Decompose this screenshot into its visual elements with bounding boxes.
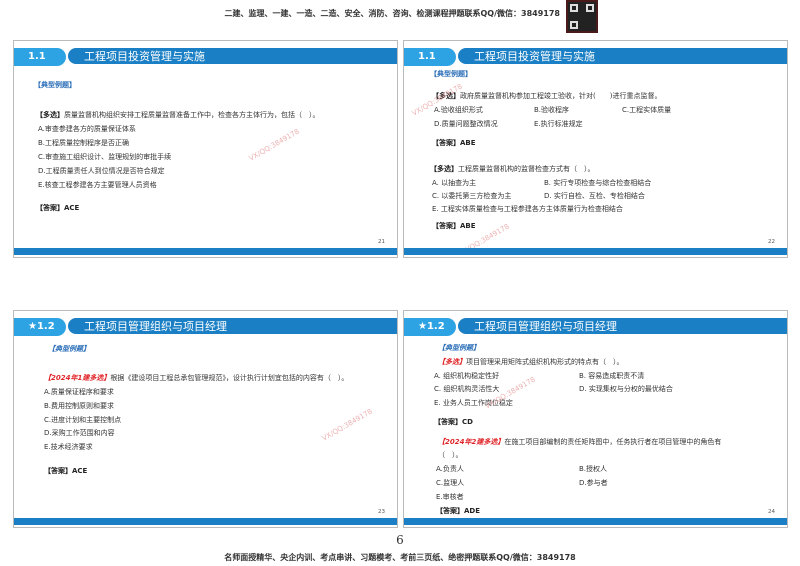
option: C. 以委托第三方检查为主 (432, 192, 512, 200)
option: E. 工程实体质量检查与工程参建各方主体质量行为检查相结合 (432, 205, 623, 213)
option: A.质量保证程序和要求 (44, 388, 114, 396)
section-badge: ★1.2 (14, 318, 66, 336)
slide-22: 1.1 工程项目投资管理与实施 【典型例题】 【多选】政府质量监督机构参加工程竣工… (403, 40, 788, 258)
option: E.核查工程参建各方主要管理人员资格 (38, 181, 157, 189)
qr-code-icon (566, 0, 598, 33)
example-label: 【典型例题】 (48, 345, 90, 353)
option: D.工程质量责任人到位情况是否符合规定 (38, 167, 165, 175)
question-stem: 【多选】质量监督机构组织安排工程质量监督准备工作中，检查各方主体行为，包括（ ）… (36, 111, 320, 119)
watermark: VX/QQ:3849178 (320, 407, 374, 443)
option: B. 实行专项检查与综合检查相结合 (544, 179, 652, 187)
option: D. 实现集权与分权的最优结合 (579, 385, 673, 393)
slide-page-number: 23 (378, 509, 385, 515)
option: B.验收程序 (534, 106, 570, 114)
option: B. 容易造成职责不清 (579, 372, 645, 380)
slide-page-number: 24 (768, 509, 775, 515)
section-badge: 1.1 (404, 48, 456, 66)
option: E.审核者 (436, 493, 464, 501)
example-label: 【典型例题】 (34, 81, 76, 89)
option: B.授权人 (579, 465, 608, 473)
footer-contact-text: 名师面授精华、央企内训、考点串讲、习题模考、考前三页纸、绝密押题联系QQ/微信：… (224, 553, 576, 562)
answer: 【答案】ABE (432, 139, 476, 147)
page-number: 6 (396, 533, 404, 547)
watermark: VX/QQ:3849178 (247, 127, 301, 163)
option: C.监理人 (436, 479, 465, 487)
example-label: 【典型例题】 (438, 344, 480, 352)
slide-title: 工程项目管理组织与项目经理 (474, 320, 617, 333)
option: A. 以抽查为主 (432, 179, 477, 187)
example-label: 【典型例题】 (430, 70, 472, 78)
section-badge: ★1.2 (404, 318, 456, 336)
question-stem: 【多选】政府质量监督机构参加工程竣工验收，针对( )进行重点监督。 (432, 92, 662, 100)
answer: 【答案】ABE (432, 222, 476, 230)
answer: 【答案】ACE (36, 204, 80, 212)
question-stem-cont: （ ）。 (438, 451, 463, 459)
slide-21: 1.1 工程项目投资管理与实施 【典型例题】 【多选】质量监督机构组织安排工程质量… (13, 40, 398, 258)
question-stem: 【多选】工程质量监督机构的监督检查方式有（ ）。 (430, 165, 595, 173)
answer: 【答案】CD (434, 418, 473, 426)
question-stem: 【多选】项目管理采用矩阵式组织机构形式的特点有（ ）。 (438, 358, 624, 366)
option: C.工程实体质量 (622, 106, 672, 114)
option: D. 实行自检、互检、专检相结合 (544, 192, 645, 200)
option: B.工程质量控制程序是否正确 (38, 139, 130, 147)
option: A. 组织机构稳定性好 (434, 372, 500, 380)
question-stem: 【2024年2建多选】在施工项目部编制的责任矩阵图中，任务执行者在项目管理中的角… (438, 438, 722, 446)
answer: 【答案】ACE (44, 467, 88, 475)
option: E.执行标准规定 (534, 120, 583, 128)
option: D.参与者 (579, 479, 608, 487)
option: C.审查施工组织设计、监理规划的审批手续 (38, 153, 172, 161)
option: D.质量问题整改情况 (434, 120, 498, 128)
option: E.技术经济要求 (44, 443, 93, 451)
option: A.负责人 (436, 465, 464, 473)
option: C. 组织机构灵活性大 (434, 385, 500, 393)
slide-title: 工程项目管理组织与项目经理 (84, 320, 227, 333)
option: A.审查参建各方的质量保证体系 (38, 125, 136, 133)
option: C.进度计划和主要控制点 (44, 416, 122, 424)
slide-23: ★1.2 工程项目管理组织与项目经理 【典型例题】 【2024年1建多选】根据《建… (13, 310, 398, 528)
option: B.费用控制原则和要求 (44, 402, 115, 410)
section-badge: 1.1 (14, 48, 66, 66)
slide-page-number: 22 (768, 239, 775, 245)
header-contact-text: 二建、监理、一建、一造、二造、安全、消防、咨询、检测课程押题联系QQ/微信：38… (224, 9, 561, 18)
answer: 【答案】ADE (436, 507, 481, 515)
slide-header: 1.1 工程项目投资管理与实施 (14, 48, 397, 66)
slide-page-number: 21 (378, 239, 385, 245)
slide-title: 工程项目投资管理与实施 (84, 50, 205, 63)
option: D.采购工作范围和内容 (44, 429, 115, 437)
slide-24: ★1.2 工程项目管理组织与项目经理 【典型例题】 【多选】项目管理采用矩阵式组织… (403, 310, 788, 528)
question-stem: 【2024年1建多选】根据《建设项目工程总承包管理规范》，设计执行计划宜包括的内… (44, 374, 349, 382)
slide-title: 工程项目投资管理与实施 (474, 50, 595, 63)
option: A.验收组织形式 (434, 106, 483, 114)
